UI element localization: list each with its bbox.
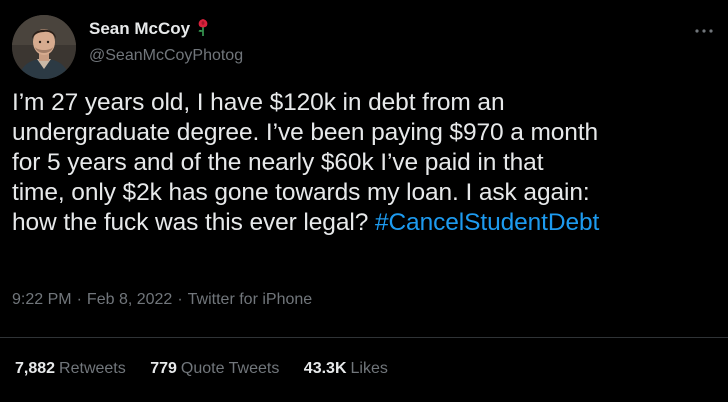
tweet-metadata: 9:22 PM · Feb 8, 2022 · Twitter for iPhone — [12, 291, 312, 309]
quote-tweets-stat[interactable]: 779 Quote Tweets — [150, 360, 279, 378]
hashtag-link[interactable]: #CancelStudentDebt — [375, 209, 599, 236]
retweets-count: 7,882 — [15, 360, 56, 377]
retweets-stat[interactable]: 7,882 Retweets — [15, 360, 126, 378]
author-name-text[interactable]: Sean McCoy — [89, 19, 190, 38]
separator-dot: · — [177, 291, 183, 308]
separator-dot: · — [76, 291, 82, 308]
tweet-text-last-line: how the fuck was this ever legal? #Cance… — [12, 208, 724, 238]
quote-tweets-count: 779 — [150, 360, 177, 377]
author-handle[interactable]: @SeanMcCoyPhotog — [89, 47, 243, 65]
engagement-stats: 7,882 Retweets 779 Quote Tweets 43.3K Likes — [15, 360, 408, 378]
tweet-text-line: undergraduate degree. I’ve been paying $… — [12, 119, 599, 146]
tweet-date[interactable]: Feb 8, 2022 — [87, 291, 172, 308]
tweet-text-line: I’m 27 years old, I have $120k in debt f… — [12, 89, 505, 116]
quote-tweets-label: Quote Tweets — [180, 360, 280, 377]
tweet-time[interactable]: 9:22 PM — [12, 291, 72, 308]
tweet-source[interactable]: Twitter for iPhone — [188, 291, 313, 308]
likes-label: Likes — [350, 360, 388, 377]
tweet-text-line: time, only $2k has gone towards my loan.… — [12, 179, 590, 206]
rose-icon — [196, 18, 210, 41]
retweets-label: Retweets — [59, 360, 126, 377]
tweet-text-fragment: how the fuck was this ever legal? — [12, 209, 375, 236]
tweet-text: I’m 27 years old, I have $120k in debt f… — [12, 88, 724, 238]
likes-count: 43.3K — [303, 360, 347, 377]
divider — [0, 337, 728, 338]
tweet-text-line: for 5 years and of the nearly $60k I’ve … — [12, 149, 544, 176]
tweet-card: Sean McCoy @SeanMcCoyPhotog I’m 27 years… — [0, 0, 728, 402]
likes-stat[interactable]: 43.3K Likes — [304, 360, 388, 378]
more-options-icon[interactable] — [693, 24, 715, 36]
author-name[interactable]: Sean McCoy — [89, 18, 210, 41]
avatar[interactable] — [12, 15, 76, 79]
